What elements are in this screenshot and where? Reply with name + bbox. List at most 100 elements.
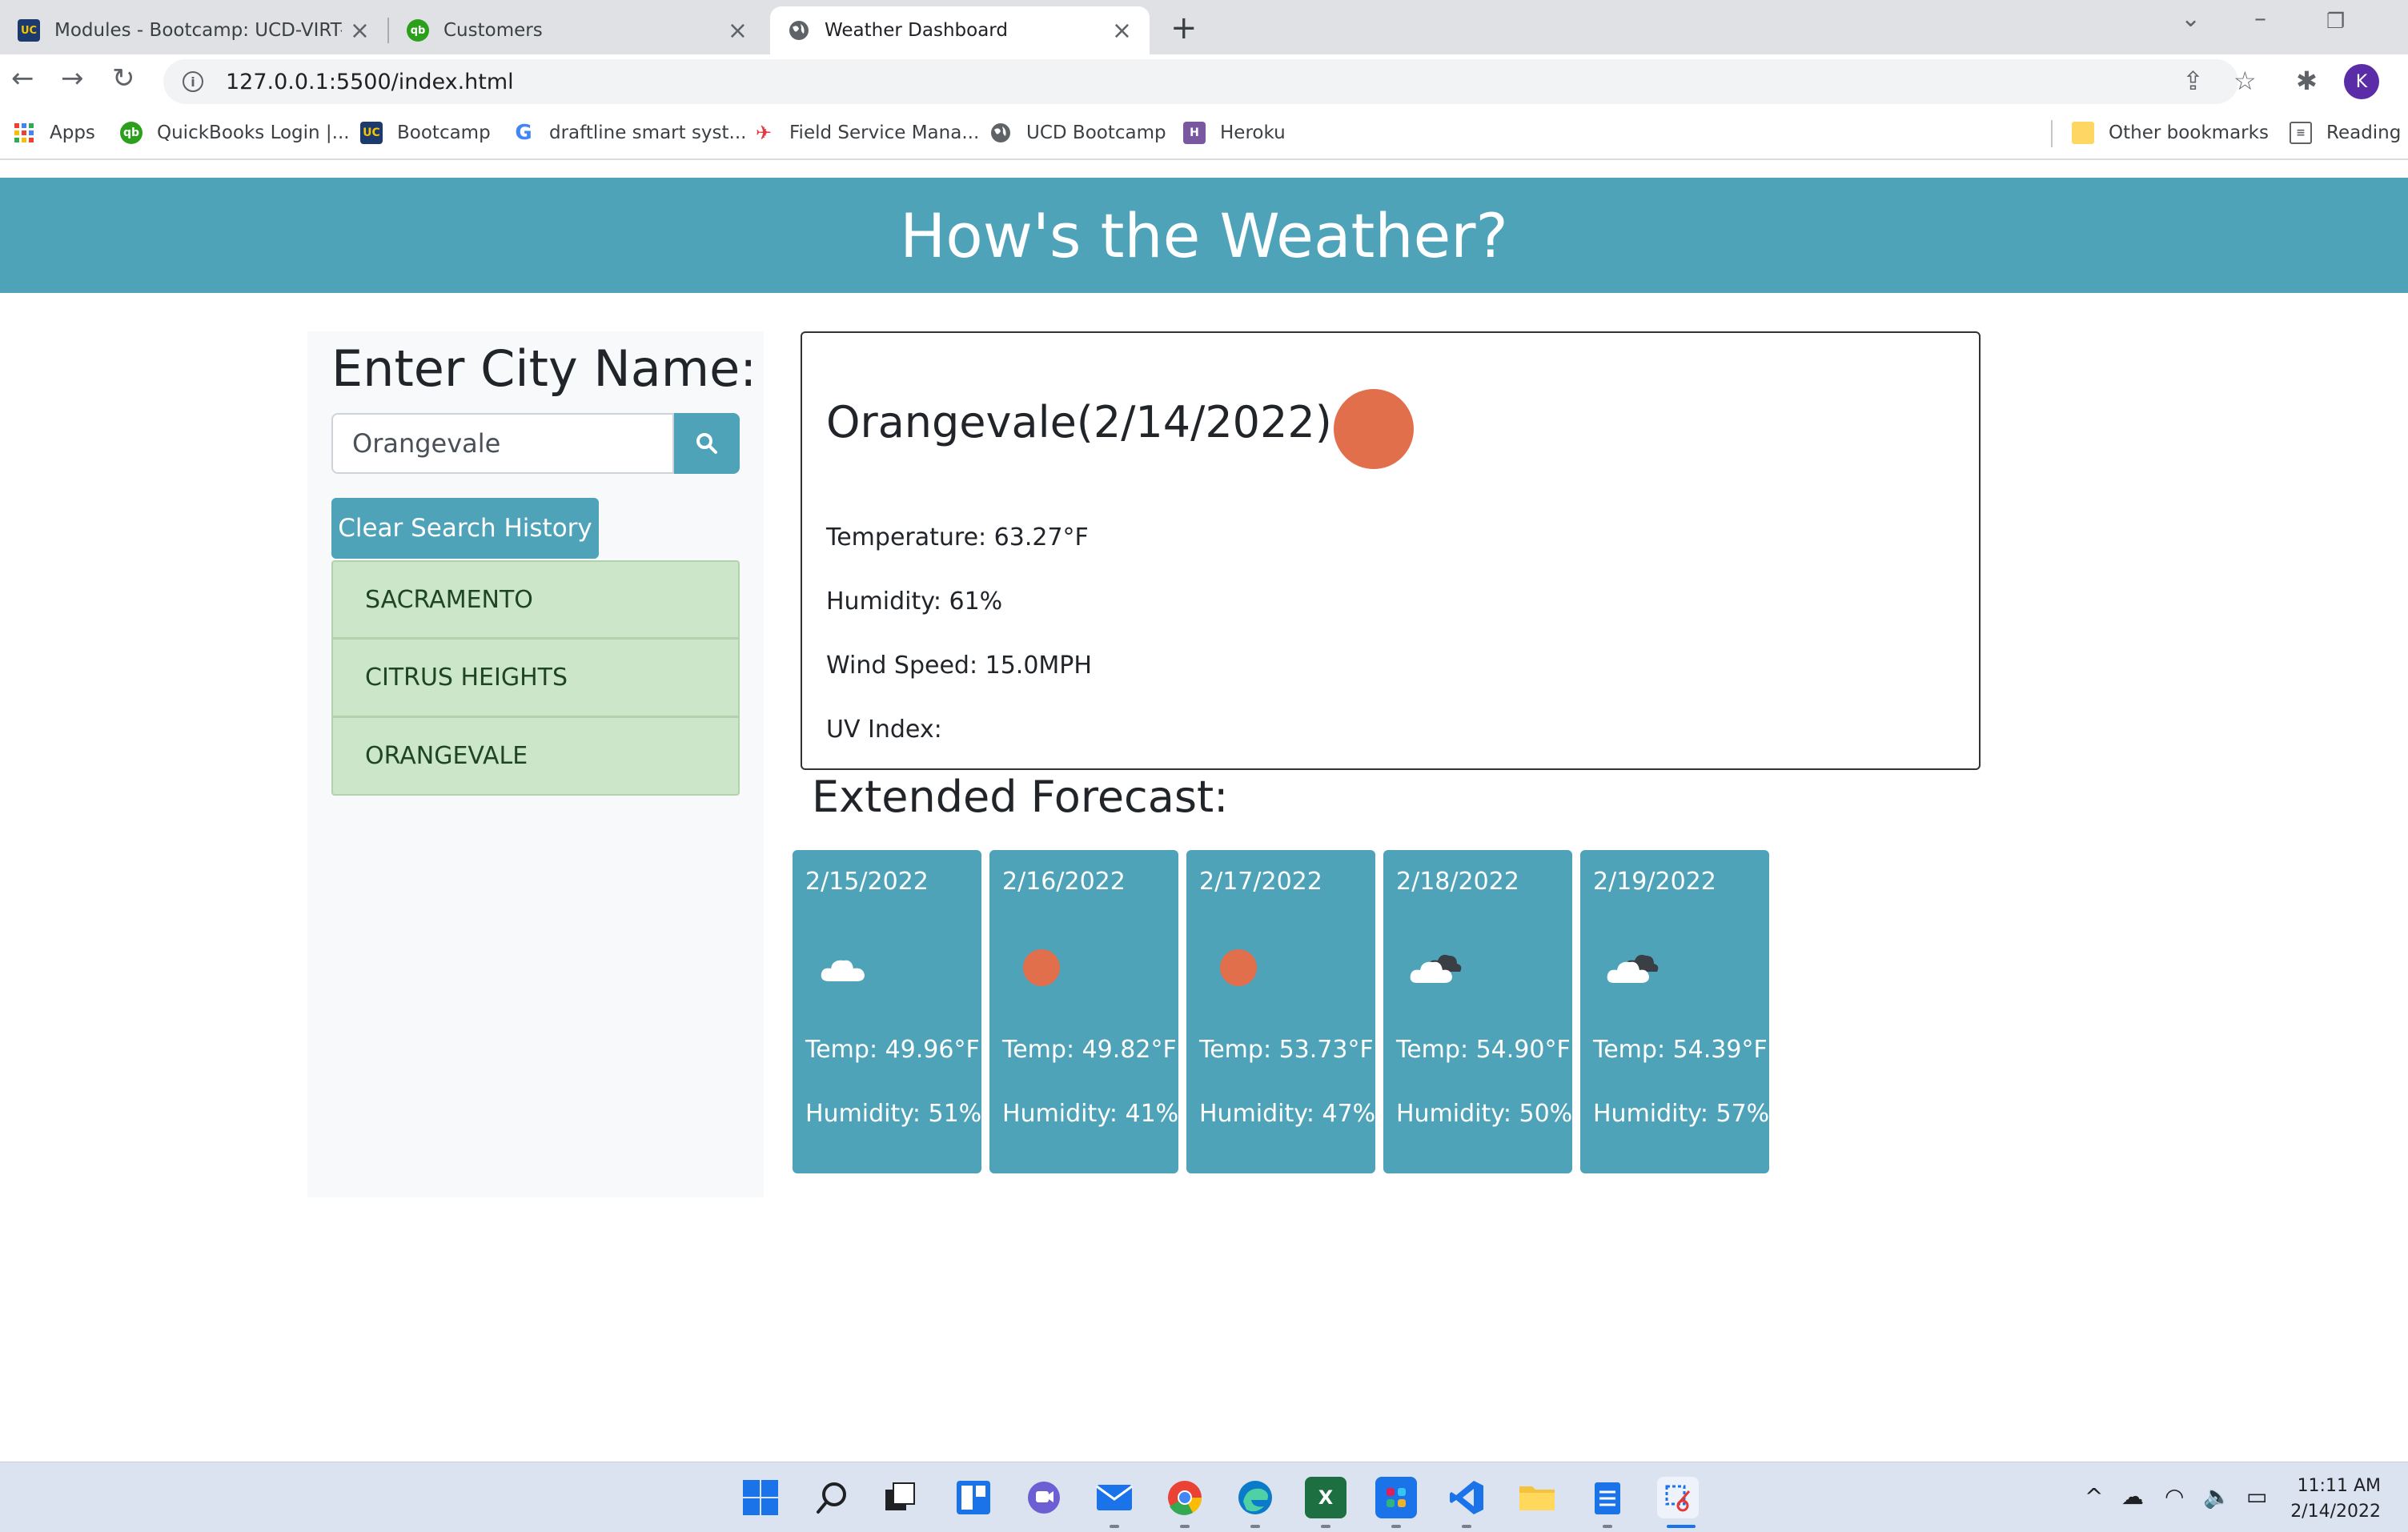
current-weather-card: Orangevale(2/14/2022) Temperature: 63.27… <box>801 331 1981 770</box>
globe-icon <box>788 19 810 42</box>
quickbooks-icon: qb <box>407 19 429 42</box>
quickbooks-icon: qb <box>120 122 142 144</box>
search-label: Enter City Name: <box>331 339 757 398</box>
forecast-temp: Temp: 54.39°F <box>1593 1036 1768 1064</box>
search-button[interactable] <box>674 413 740 474</box>
bookmark-label: Apps <box>50 122 95 143</box>
browser-toolbar: ← → ↻ i 127.0.0.1:5500/index.html ⇪ ☆ ✱ <box>0 54 2408 107</box>
clear-history-button[interactable]: Clear Search History <box>331 498 599 559</box>
folder-icon <box>2072 122 2094 144</box>
bookmark-label: draftline smart syst... <box>549 122 747 143</box>
bookmark-apps[interactable]: Apps <box>13 118 95 147</box>
forecast-temp: Temp: 49.96°F <box>805 1036 980 1064</box>
page-title: How's the Weather? <box>900 199 1508 271</box>
windows-taskbar: X ^ ☁ ◠ 🔈 ▭ 11:11 AM 2/14/2022 <box>0 1462 2408 1532</box>
bookmark-bootcamp[interactable]: UC Bootcamp <box>360 118 491 147</box>
forecast-temp: Temp: 49.82°F <box>1002 1036 1177 1064</box>
mail-icon[interactable] <box>1094 1477 1135 1518</box>
bookmark-quickbooks[interactable]: qb QuickBooks Login |... <box>120 118 350 147</box>
tab-customers[interactable]: qb Customers × <box>389 6 765 54</box>
forecast-card-day-3: 2/17/2022 Temp: 53.73°F Humidity: 47% <box>1186 850 1375 1173</box>
reading-list[interactable]: ≡ Reading l <box>2290 118 2408 147</box>
site-info-icon[interactable]: i <box>183 71 203 92</box>
chrome-icon[interactable] <box>1164 1477 1206 1518</box>
restore-icon[interactable]: ❐ <box>2326 10 2345 34</box>
history-item-sacramento[interactable]: SACRAMENTO <box>331 560 740 639</box>
history-item-citrus-heights[interactable]: CITRUS HEIGHTS <box>331 639 740 717</box>
taskbar-clock[interactable]: 11:11 AM 2/14/2022 <box>2288 1474 2381 1525</box>
broken-clouds-icon <box>1407 943 1463 991</box>
bookmark-other[interactable]: Other bookmarks <box>2072 118 2269 147</box>
broken-clouds-icon <box>1604 943 1660 991</box>
teams-chat-icon[interactable] <box>1023 1477 1065 1518</box>
address-bar[interactable]: i 127.0.0.1:5500/index.html <box>163 59 2238 104</box>
back-arrow-icon[interactable]: ← <box>11 62 34 94</box>
tab-search-chevron-icon[interactable]: ⌄ <box>2181 5 2201 33</box>
sun-icon <box>1334 389 1414 469</box>
close-icon[interactable]: × <box>350 17 370 45</box>
snipping-tool-icon[interactable] <box>1657 1477 1699 1518</box>
bookmark-star-icon[interactable]: ☆ <box>2233 66 2257 96</box>
bookmark-label: Field Service Mana... <box>789 122 980 143</box>
widgets-icon[interactable] <box>953 1477 994 1518</box>
forecast-date: 2/19/2022 <box>1593 868 1716 896</box>
start-windows-icon[interactable] <box>740 1477 781 1518</box>
extensions-icon[interactable]: ✱ <box>2296 66 2318 96</box>
tab-modules-bootcamp[interactable]: UC Modules - Bootcamp: UCD-VIRT- × <box>0 6 387 54</box>
forecast-temp: Temp: 54.90°F <box>1396 1036 1571 1064</box>
minimize-icon[interactable]: – <box>2254 5 2266 33</box>
current-uv-index: UV Index: <box>826 716 942 744</box>
bookmark-label: UCD Bootcamp <box>1026 122 1166 143</box>
profile-avatar[interactable]: K <box>2344 64 2379 99</box>
heroku-icon: H <box>1183 122 1206 144</box>
bookmark-label: Heroku <box>1220 122 1286 143</box>
bookmark-field-service[interactable]: ✈ Field Service Mana... <box>752 118 979 147</box>
forecast-humidity: Humidity: 41% <box>1002 1100 1179 1128</box>
vscode-icon[interactable] <box>1446 1477 1487 1518</box>
forecast-card-day-2: 2/16/2022 Temp: 49.82°F Humidity: 41% <box>989 850 1178 1173</box>
bookmark-label: Bootcamp <box>397 122 491 143</box>
forecast-humidity: Humidity: 47% <box>1199 1100 1376 1128</box>
notepad-icon[interactable] <box>1587 1477 1628 1518</box>
slack-icon[interactable] <box>1375 1477 1417 1518</box>
bookmark-heroku[interactable]: H Heroku <box>1183 118 1286 147</box>
excel-icon[interactable]: X <box>1305 1477 1346 1518</box>
bookmark-label: Reading l <box>2326 122 2408 143</box>
task-view-icon[interactable] <box>879 1477 921 1518</box>
volume-icon[interactable]: 🔈 <box>2203 1483 2231 1510</box>
search-icon[interactable] <box>812 1477 853 1518</box>
forward-arrow-icon[interactable]: → <box>61 62 84 94</box>
bookmark-label: Other bookmarks <box>2109 122 2269 143</box>
close-icon[interactable]: × <box>728 17 748 45</box>
browser-tab-bar: UC Modules - Bootcamp: UCD-VIRT- × qb Cu… <box>0 0 2408 54</box>
show-hidden-icons-chevron[interactable]: ^ <box>2085 1483 2103 1510</box>
tab-title: Weather Dashboard <box>825 20 1008 41</box>
reading-list-icon: ≡ <box>2290 122 2312 144</box>
history-item-orangevale[interactable]: ORANGEVALE <box>331 717 740 796</box>
wifi-icon[interactable]: ◠ <box>2165 1483 2184 1510</box>
google-icon: G <box>515 121 532 145</box>
edge-icon[interactable] <box>1234 1477 1276 1518</box>
forecast-humidity: Humidity: 51% <box>805 1100 982 1128</box>
city-search-input[interactable] <box>331 413 674 474</box>
forecast-temp: Temp: 53.73°F <box>1199 1036 1374 1064</box>
tab-title: Modules - Bootcamp: UCD-VIRT- <box>54 20 342 41</box>
url-text: 127.0.0.1:5500/index.html <box>226 69 514 94</box>
sun-icon <box>1210 943 1266 991</box>
uc-davis-icon: UC <box>360 122 383 144</box>
new-tab-button[interactable]: + <box>1170 10 1198 46</box>
forecast-date: 2/16/2022 <box>1002 868 1126 896</box>
close-icon[interactable]: × <box>1112 17 1132 45</box>
bookmark-draftline[interactable]: G draftline smart syst... <box>512 118 746 147</box>
tab-weather-dashboard[interactable]: Weather Dashboard × <box>770 6 1150 54</box>
reload-icon[interactable]: ↻ <box>112 62 135 94</box>
onedrive-icon[interactable]: ☁ <box>2121 1483 2144 1510</box>
cloud-icon <box>817 943 873 991</box>
bookmark-ucd-bootcamp[interactable]: UCD Bootcamp <box>989 118 1166 147</box>
file-explorer-icon[interactable] <box>1516 1477 1558 1518</box>
apps-grid-icon <box>13 122 35 144</box>
battery-icon[interactable]: ▭ <box>2246 1483 2267 1510</box>
share-icon[interactable]: ⇪ <box>2182 66 2204 96</box>
page-header: How's the Weather? <box>0 178 2408 293</box>
forecast-date: 2/15/2022 <box>805 868 929 896</box>
